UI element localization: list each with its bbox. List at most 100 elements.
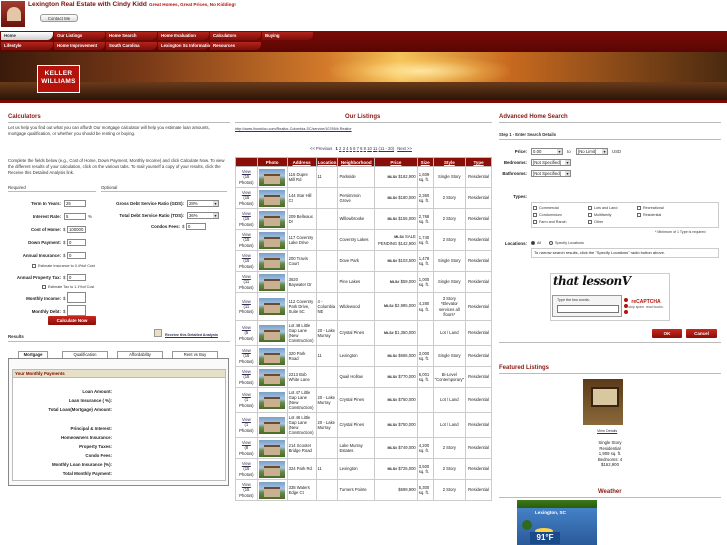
type-multifamily-checkbox[interactable] — [588, 213, 592, 217]
listing-style: Lot / Land — [432, 320, 467, 346]
listing-mls-label: MLS# — [387, 466, 398, 471]
location-all-radio[interactable] — [531, 241, 535, 245]
annual-insurance-input[interactable]: 0 — [67, 252, 86, 259]
type-commercial-checkbox[interactable] — [533, 206, 537, 210]
listing-thumbnail[interactable] — [259, 168, 286, 186]
nav-resources[interactable]: Resources — [210, 42, 261, 50]
listing-thumbnail[interactable] — [259, 416, 286, 434]
nav-lifestyle[interactable]: Lifestyle — [1, 42, 53, 50]
calculate-now-button[interactable]: Calculate Now — [48, 316, 96, 325]
type-recreational-checkbox[interactable] — [637, 206, 641, 210]
estimate-insurance-checkbox[interactable] — [32, 264, 36, 268]
listing-thumbnail[interactable] — [259, 210, 286, 228]
listing-thumbnail[interactable] — [259, 368, 286, 386]
tab-affordability[interactable]: Affordability — [117, 351, 163, 358]
listings-url-link[interactable]: http://www.lhomklco.com/Realtor-Colombia… — [235, 127, 352, 131]
next-page-link[interactable]: Next >> — [397, 146, 412, 151]
page-link[interactable]: 9 — [364, 146, 366, 151]
type-other-checkbox[interactable] — [588, 220, 592, 224]
captcha-input[interactable] — [557, 305, 619, 313]
listing-address: 209 Belleaux Dr — [286, 208, 317, 230]
nav-home[interactable]: Home — [1, 32, 53, 40]
listing-size: 3,500 sq. ft. — [416, 458, 434, 480]
listing-thumbnail[interactable] — [259, 189, 286, 207]
col-address[interactable]: Address — [286, 157, 317, 167]
listing-address: 117 Coventry Lake Drive — [286, 229, 317, 251]
page-link[interactable]: 10 — [367, 146, 372, 151]
cancel-button[interactable]: Cancel — [686, 329, 717, 338]
page-link[interactable]: 8 — [360, 146, 362, 151]
cost-of-home-input[interactable]: 100000 — [67, 226, 86, 233]
tab-qualification[interactable]: Qualification — [62, 351, 108, 358]
listing-thumbnail[interactable] — [259, 273, 286, 291]
col-location[interactable]: Location — [315, 157, 339, 167]
nav-buying[interactable]: Buying — [262, 32, 313, 40]
type-condominium-checkbox[interactable] — [533, 213, 537, 217]
tab-rent-vs-buy[interactable]: Rent vs Buy — [172, 351, 218, 358]
page-link[interactable]: 11 — [373, 146, 377, 151]
ok-button[interactable]: OK — [652, 329, 682, 338]
page-link[interactable]: 5 — [350, 146, 352, 151]
nav-home-evaluation[interactable]: Home Evaluation — [158, 32, 209, 40]
tds-select[interactable]: 36% — [187, 212, 219, 219]
col-size[interactable]: Size — [416, 157, 434, 167]
interest-rate-input[interactable]: 5 — [64, 213, 86, 220]
listing-style: Lot / Land — [432, 387, 467, 413]
location-specify-radio[interactable] — [549, 241, 553, 245]
types-note: * Minimum of 1 Type is required — [655, 230, 706, 234]
contact-me-button[interactable]: Contact Me — [40, 14, 78, 22]
monthly-income-input[interactable] — [67, 292, 86, 303]
price-min-select[interactable]: 0.00 — [531, 148, 563, 155]
page-link[interactable]: 2 — [339, 146, 341, 151]
listing-thumbnail[interactable] — [259, 481, 286, 499]
page-range-link[interactable]: (11 - 20) — [379, 146, 395, 151]
listing-thumbnail[interactable] — [259, 252, 286, 270]
gds-select[interactable]: 28% — [187, 200, 219, 207]
page-link[interactable]: 4 — [346, 146, 348, 151]
view-details-link[interactable]: View Details — [597, 429, 617, 433]
page-link[interactable]: 6 — [353, 146, 355, 151]
listing-thumbnail[interactable] — [259, 391, 286, 409]
bathrooms-select[interactable]: [Not Specified] — [531, 170, 571, 177]
type-residential-checkbox[interactable] — [637, 213, 641, 217]
listing-thumbnail[interactable] — [259, 231, 286, 249]
price-max-select[interactable]: [No Limit] — [576, 148, 608, 155]
listing-price: $699,900 — [398, 486, 416, 492]
type-farm-checkbox[interactable] — [533, 220, 537, 224]
condo-fees-input[interactable]: 0 — [186, 223, 206, 230]
type-lots-checkbox[interactable] — [588, 206, 592, 210]
listing-photo-count: (5 Photos) — [239, 330, 254, 341]
listing-thumbnail[interactable] — [259, 324, 286, 342]
listing-thumbnail[interactable] — [259, 298, 286, 315]
nav-our-listings[interactable]: Our Listings — [54, 32, 105, 40]
featured-listing-photo[interactable] — [583, 379, 623, 425]
listing-neighborhood: Parkside — [337, 166, 376, 188]
listing-thumbnail[interactable] — [259, 460, 286, 478]
nav-south-carolina[interactable]: South Carolina — [106, 42, 157, 50]
nav-home-improvement[interactable]: Home Improvement — [54, 42, 105, 50]
receive-analysis-link[interactable]: Receive this Detailed Analysis — [165, 333, 218, 337]
property-tax-input[interactable]: 0 — [67, 274, 86, 281]
prev-page-link[interactable]: << Previous — [310, 146, 332, 151]
listing-row: View (15 Photos) 116 Dupre Mill Rd 11 Parksi… — [235, 166, 492, 188]
term-input[interactable]: 25 — [64, 200, 86, 207]
col-price[interactable]: Price — [374, 157, 418, 167]
listing-thumbnail[interactable] — [259, 347, 286, 365]
nav-home-search[interactable]: Home Search — [106, 32, 157, 40]
page-link[interactable]: 3 — [343, 146, 345, 151]
listing-photo-cell — [256, 479, 288, 501]
down-payment-input[interactable]: 0 — [67, 239, 86, 246]
listing-thumbnail[interactable] — [259, 439, 286, 457]
estimate-tax-checkbox[interactable] — [42, 285, 46, 289]
col-type[interactable]: Type — [465, 157, 492, 167]
col-neighborhood[interactable]: Neighborhood — [337, 157, 376, 167]
nav-lexington-info[interactable]: Lexington Sc Information — [158, 42, 213, 50]
nav-calculators[interactable]: Calculators — [210, 32, 261, 40]
tab-mortgage[interactable]: Mortgage — [18, 351, 48, 358]
advanced-search-heading: Advanced Home Search — [499, 114, 568, 120]
col-style[interactable]: Style — [432, 157, 467, 167]
page-link[interactable]: 7 — [357, 146, 359, 151]
monthly-debt-input[interactable] — [67, 305, 86, 316]
listing-type: Residential — [465, 437, 492, 459]
bedrooms-select[interactable]: [Not Specified] — [531, 159, 571, 166]
